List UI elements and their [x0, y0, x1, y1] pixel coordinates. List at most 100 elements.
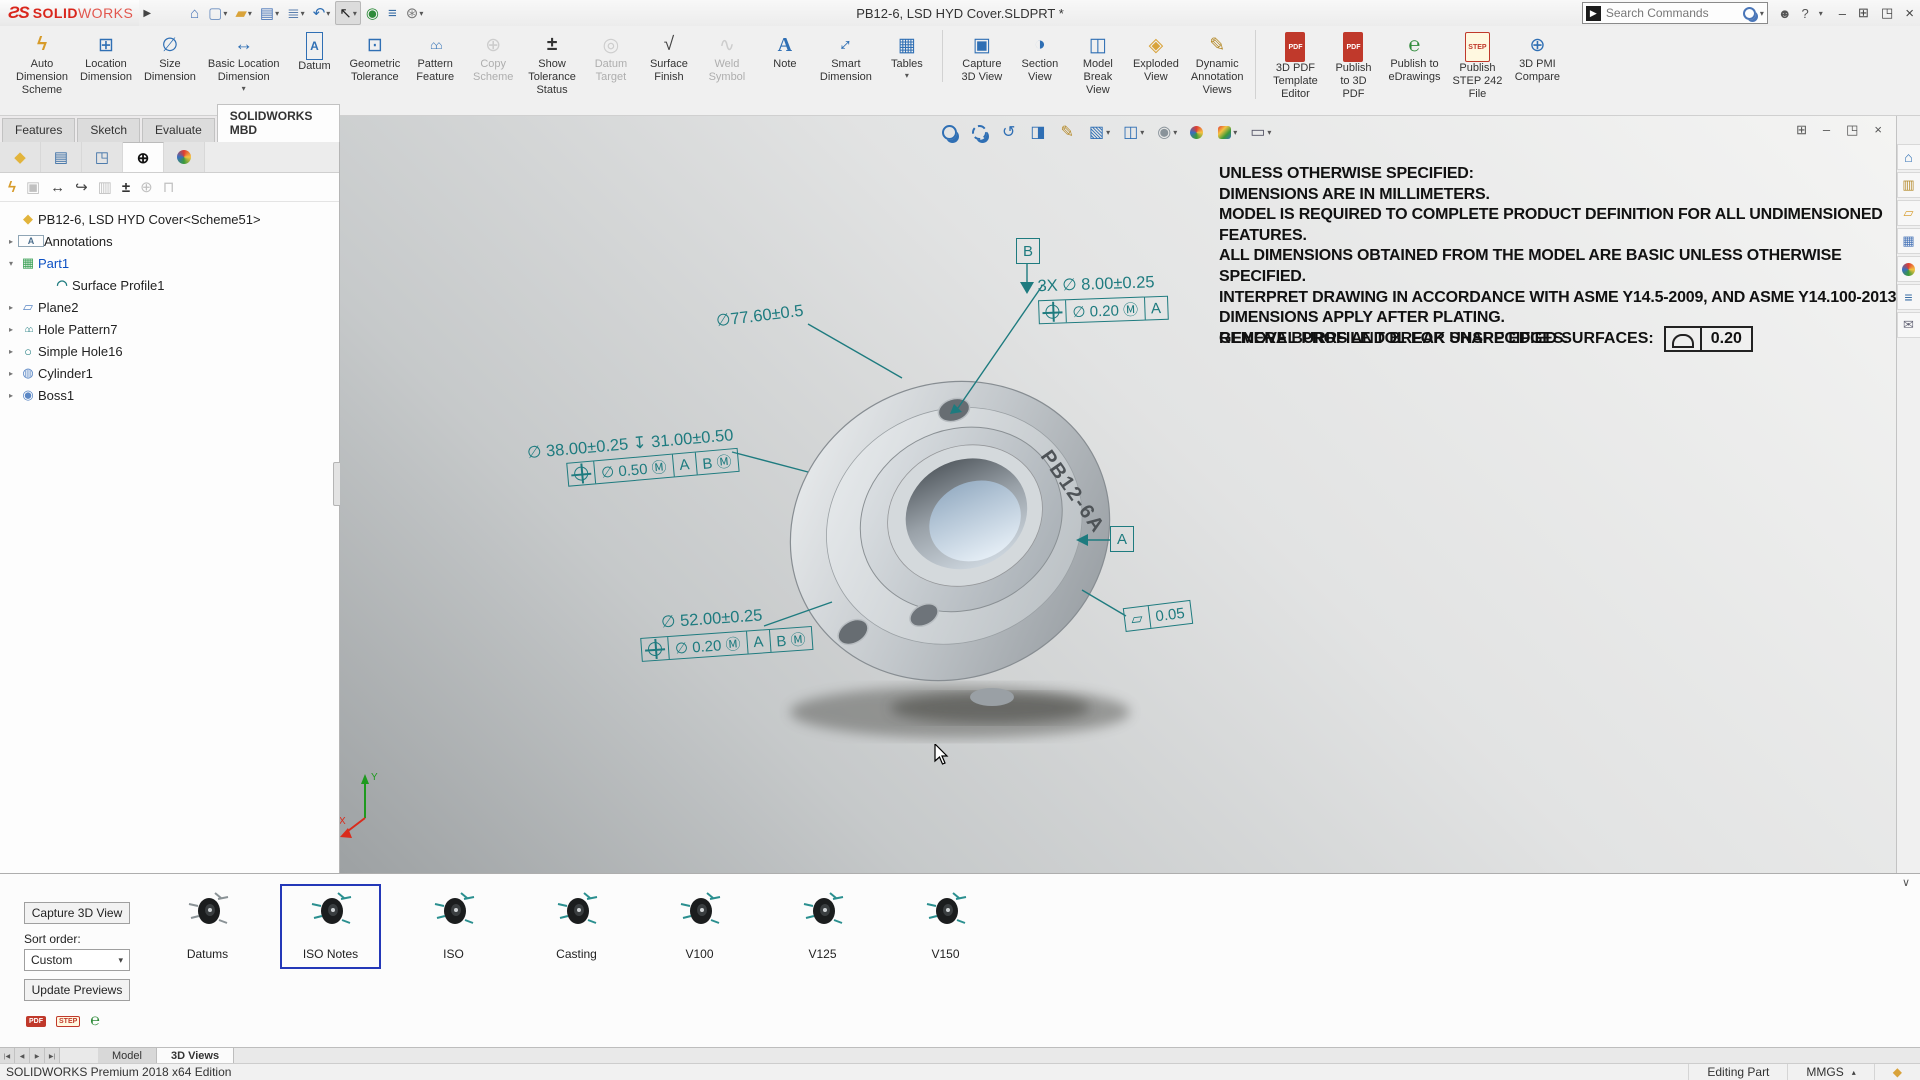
general-notes[interactable]: UNLESS OTHERWISE SPECIFIED:DIMENSIONS AR… [1219, 164, 1896, 349]
task-pane-button[interactable]: ≡ [1897, 284, 1920, 310]
ribbon-button[interactable]: ⌂⌂ Pattern Feature [407, 30, 463, 86]
view-thumbnail[interactable]: ISO [403, 884, 504, 969]
ribbon-button[interactable]: ✎ Dynamic Annotation Views [1186, 30, 1257, 99]
close-button[interactable]: × [1905, 5, 1914, 22]
tag-icon[interactable]: ◆ [1874, 1064, 1920, 1080]
tree-item[interactable]: ▸ ⌂⌂ Hole Pattern7 [4, 318, 339, 340]
publish-edrawings-icon[interactable]: ℮ [90, 1012, 100, 1030]
tab-3d-views[interactable]: 3D Views [157, 1048, 234, 1064]
update-previews-button[interactable]: Update Previews [24, 979, 130, 1001]
tree-item[interactable]: ▸ ○ Simple Hole16 [4, 340, 339, 362]
expander-icon[interactable]: ▸ [4, 325, 18, 334]
capture-3d-view-button[interactable]: Capture 3D View [24, 902, 130, 924]
help-icon[interactable]: ? [1802, 6, 1809, 21]
manager-tab[interactable]: ⊕ [123, 142, 164, 172]
tree-item[interactable]: ◠ Surface Profile1 [4, 274, 339, 296]
quick-access-button[interactable]: ↖ ▾ [335, 1, 361, 25]
ribbon-button[interactable]: STEP Publish STEP 242 File [1447, 30, 1507, 103]
ribbon-button[interactable]: PDF Publish to 3D PDF [1325, 30, 1381, 103]
dimxpert-tool-icon[interactable]: ⊓ [163, 178, 175, 196]
ribbon-button[interactable]: ϟ Auto Dimension Scheme [11, 30, 73, 99]
tree-item[interactable]: ▾ ▦ Part1 [4, 252, 339, 274]
menu-flyout-arrow[interactable]: ▶ [139, 8, 161, 19]
ribbon-button[interactable]: ± Show Tolerance Status [523, 30, 581, 99]
nav-next-icon[interactable]: ▶ [30, 1048, 45, 1064]
quick-access-button[interactable]: ≣ ▾ [284, 2, 308, 24]
ribbon-button[interactable]: ⊡ Geometric Tolerance [344, 30, 405, 86]
ribbon-button[interactable]: √ Surface Finish [641, 30, 697, 86]
tree-item[interactable]: ▸ ◉ Boss1 [4, 384, 339, 406]
datum-b-label[interactable]: B [1016, 238, 1040, 264]
view-tool-button[interactable]: ◫ ▾ [1121, 120, 1146, 144]
ribbon-button[interactable]: ◎ Datum Target [583, 30, 639, 86]
dimxpert-tool-icon[interactable]: ϟ [8, 179, 16, 196]
command-tab[interactable]: Features [2, 118, 75, 142]
expander-icon[interactable]: ▸ [4, 369, 18, 378]
ribbon-button[interactable]: ⊞ Location Dimension [75, 30, 137, 86]
ribbon-button[interactable]: ▣ Capture 3D View [954, 30, 1010, 86]
ribbon-button[interactable]: A Datum [286, 30, 342, 75]
nav-first-icon[interactable]: |◀ [0, 1048, 15, 1064]
view-thumbnail[interactable]: Casting [526, 884, 627, 969]
ribbon-button[interactable]: PDF 3D PDF Template Editor [1267, 30, 1323, 103]
quick-access-button[interactable]: ◉ [363, 2, 383, 24]
quick-access-button[interactable]: ▰ ▾ [232, 2, 255, 24]
dimxpert-tool-icon[interactable]: ⊕ [140, 178, 153, 196]
tab-model[interactable]: Model [98, 1048, 157, 1064]
view-thumbnail[interactable]: Datums [157, 884, 258, 969]
doc-restore-button[interactable]: ◳ [1846, 122, 1858, 138]
task-pane-button[interactable]: ▱ [1897, 200, 1920, 226]
dimxpert-tool-icon[interactable]: ▥ [98, 178, 112, 196]
collapse-panel-icon[interactable]: ∨ [1902, 876, 1910, 889]
command-tab[interactable]: SOLIDWORKS MBD [217, 104, 340, 142]
manager-tab[interactable] [164, 142, 205, 172]
search-input[interactable]: ▶ Search Commands ▾ [1582, 2, 1768, 24]
ribbon-button[interactable]: ⊕ Copy Scheme [465, 30, 521, 86]
position-fcf-8[interactable]: ∅ 0.20 Ⓜ A [1038, 296, 1168, 325]
doc-dock-button[interactable]: ⊞ [1793, 125, 1809, 136]
tree-root[interactable]: ◆ PB12-6, LSD HYD Cover<Scheme51> [4, 208, 339, 230]
datum-a-label[interactable]: A [1110, 526, 1134, 552]
user-account-icon[interactable]: ☻ [1778, 6, 1792, 21]
publish-step-icon[interactable]: STEP [56, 1016, 80, 1027]
ribbon-button[interactable]: ◈ Exploded View [1128, 30, 1184, 86]
quick-access-button[interactable]: ≡ [385, 2, 401, 24]
view-tool-button[interactable]: ◨ [1028, 120, 1049, 144]
ribbon-button[interactable]: ⊕ 3D PMI Compare [1509, 30, 1565, 86]
view-tool-button[interactable]: ▾ [1216, 120, 1239, 144]
manager-tab[interactable]: ▤ [41, 142, 82, 172]
ribbon-button[interactable]: ↔ Smart Dimension [815, 30, 877, 86]
doc-minimize-button[interactable]: – [1823, 122, 1830, 138]
manager-tab[interactable]: ◳ [82, 142, 123, 172]
expander-icon[interactable]: ▸ [4, 347, 18, 356]
nav-prev-icon[interactable]: ◀ [15, 1048, 30, 1064]
view-thumbnail[interactable]: V125 [772, 884, 873, 969]
ribbon-button[interactable]: ◫ Model Break View [1070, 30, 1126, 99]
nav-last-icon[interactable]: ▶| [45, 1048, 60, 1064]
expander-icon[interactable]: ▸ [4, 391, 18, 400]
view-tool-button[interactable]: ▧ ▾ [1087, 120, 1112, 144]
view-tool-button[interactable]: ↺ [1000, 120, 1019, 144]
view-thumbnail[interactable]: ISO Notes [280, 884, 381, 969]
view-thumbnail[interactable]: V150 [895, 884, 996, 969]
dimxpert-tool-icon[interactable]: ↪ [75, 178, 88, 196]
ribbon-button[interactable]: ▦ Tables ▾ [879, 30, 943, 82]
dimxpert-tool-icon[interactable]: ± [122, 179, 130, 196]
task-pane-button[interactable]: ▦ [1897, 228, 1920, 254]
quick-access-button[interactable]: ⌂ [187, 2, 203, 24]
general-profile-note[interactable]: GENERAL PROFILE TOL FOR UNSPECIFIED SURF… [1219, 326, 1753, 352]
expander-icon[interactable]: ▾ [4, 259, 18, 268]
view-tool-button[interactable] [970, 120, 991, 144]
help-caret-icon[interactable]: ▾ [1819, 9, 1823, 18]
ribbon-button[interactable]: A Note [757, 30, 813, 73]
expander-icon[interactable]: ▸ [4, 237, 18, 246]
view-tool-button[interactable]: ◉ ▾ [1155, 120, 1179, 144]
expander-icon[interactable]: ▸ [4, 303, 18, 312]
restore-button[interactable]: ◳ [1881, 5, 1893, 21]
view-tool-button[interactable]: ✎ [1059, 120, 1078, 144]
command-tab[interactable]: Evaluate [142, 118, 215, 142]
sort-order-select[interactable]: Custom ▾ [24, 949, 130, 971]
quick-access-button[interactable]: ⊛ ▾ [403, 2, 427, 24]
command-tab[interactable]: Sketch [77, 118, 140, 142]
minimize-button[interactable]: – [1839, 6, 1846, 21]
